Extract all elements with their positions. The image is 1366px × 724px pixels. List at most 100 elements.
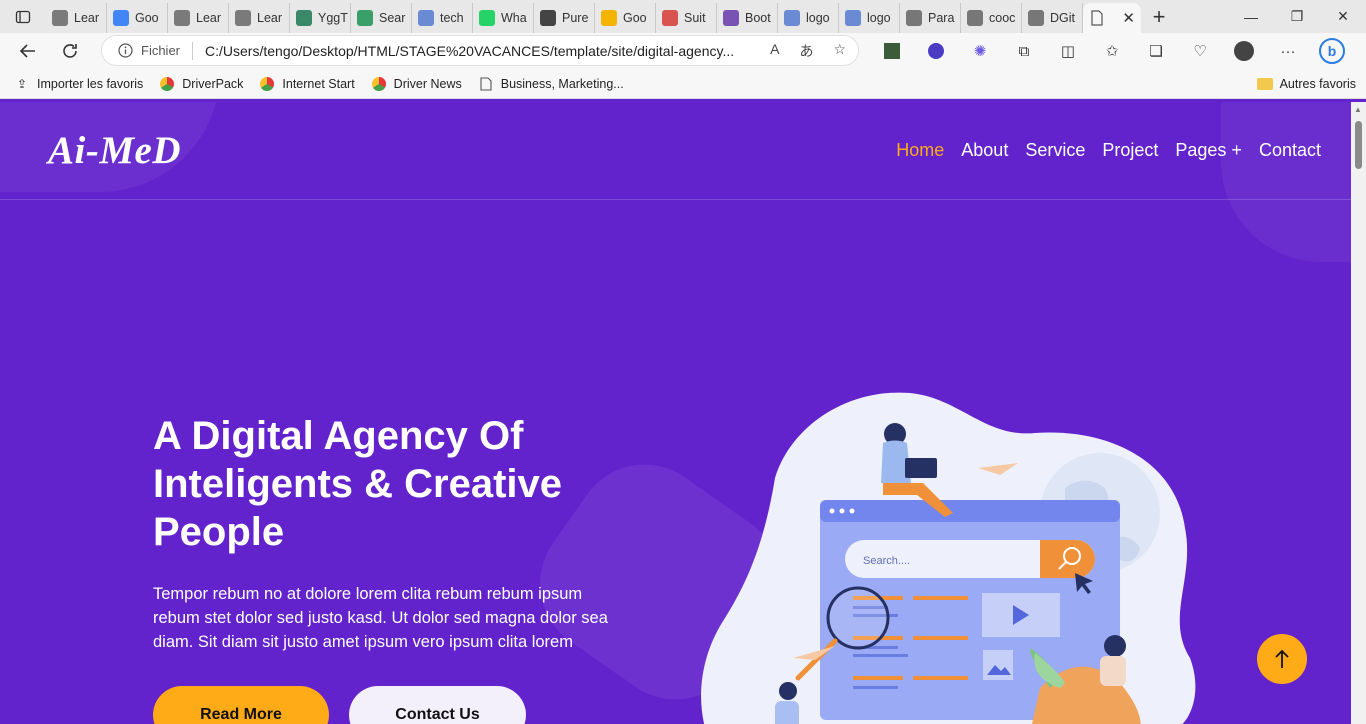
- browser-tab[interactable]: Goo: [595, 3, 656, 33]
- page-scrollbar[interactable]: ▲: [1351, 102, 1366, 724]
- tab-actions-icon: [15, 10, 31, 23]
- profile-avatar-icon[interactable]: [1222, 33, 1266, 69]
- read-more-button[interactable]: Read More: [153, 686, 329, 724]
- page-viewport: Ai-MeD Home About Service Project Pages + Con…: [0, 102, 1351, 724]
- browser-tab[interactable]: logo: [778, 3, 839, 33]
- url-text[interactable]: C:/Users/tengo/Desktop/HTML/STAGE%20VACA…: [205, 43, 735, 59]
- tab-label: Lear: [257, 11, 283, 25]
- performance-icon[interactable]: ♡: [1178, 33, 1222, 69]
- illustration-search-button: [1040, 540, 1095, 578]
- browser-tab-bar: Lear Goo Lear Lear YggT Sear tech Wha Pure Goo Sui…: [0, 0, 1366, 33]
- browser-tab[interactable]: Wha: [473, 3, 534, 33]
- favorite-item[interactable]: Business, Marketing...: [470, 76, 632, 92]
- close-window-button[interactable]: ✕: [1320, 0, 1366, 33]
- browser-tab[interactable]: logo: [839, 3, 900, 33]
- document-icon: [967, 10, 983, 26]
- favorite-item[interactable]: ⇪ Importer les favoris: [6, 76, 151, 92]
- favorite-label: Driver News: [393, 76, 462, 91]
- translate-icon[interactable]: あ: [799, 41, 813, 61]
- browser-tab[interactable]: DGit: [1022, 3, 1083, 33]
- folder-icon: [1256, 78, 1273, 90]
- tab-label: cooc: [989, 11, 1016, 25]
- tab-label: Goo: [135, 11, 159, 25]
- nav-item-contact[interactable]: Contact: [1259, 140, 1321, 161]
- arrow-up-icon: [1275, 649, 1289, 668]
- extensions-puzzle-icon[interactable]: ⧉: [1002, 33, 1046, 69]
- site-header: Ai-MeD Home About Service Project Pages + Con…: [0, 102, 1351, 200]
- document-icon: [1028, 10, 1044, 26]
- favorites-star-icon[interactable]: ✩: [1090, 33, 1134, 69]
- omnibox-separator: [192, 41, 194, 60]
- ygg-icon: [296, 10, 312, 26]
- minimize-button[interactable]: —: [1228, 0, 1274, 33]
- refresh-icon: [63, 44, 77, 58]
- search-icon: [418, 10, 434, 26]
- collections-icon[interactable]: ❏: [1134, 33, 1178, 69]
- star-icon[interactable]: ☆: [833, 41, 846, 61]
- whatsapp-icon: [479, 10, 495, 26]
- extension-flower-icon[interactable]: ✺: [958, 33, 1002, 69]
- browser-tab[interactable]: Lear: [46, 3, 107, 33]
- more-menu-icon[interactable]: ···: [1266, 33, 1310, 69]
- favorite-label: Internet Start: [282, 76, 355, 91]
- import-icon: ⇪: [16, 76, 28, 91]
- favorites-bar: ⇪ Importer les favoris DriverPack Internet …: [0, 69, 1366, 99]
- browser-tab[interactable]: Para: [900, 3, 961, 33]
- nav-item-project[interactable]: Project: [1102, 140, 1158, 161]
- back-to-top-button[interactable]: [1257, 634, 1307, 684]
- restore-button[interactable]: ❐: [1274, 0, 1320, 33]
- bootstrap-icon: [723, 10, 739, 26]
- scroll-up-icon[interactable]: ▲: [1354, 105, 1362, 114]
- nav-item-about[interactable]: About: [961, 140, 1008, 161]
- browser-tab[interactable]: Sear: [351, 3, 412, 33]
- scrollbar-thumb[interactable]: [1355, 121, 1362, 169]
- search-icon: [784, 10, 800, 26]
- nav-item-home[interactable]: Home: [896, 140, 944, 161]
- scheme-label: Fichier: [141, 43, 181, 58]
- browser-tab[interactable]: cooc: [961, 3, 1022, 33]
- site-info-button[interactable]: Fichier: [118, 43, 180, 58]
- extension-face-icon[interactable]: [914, 33, 958, 69]
- nav-item-pages[interactable]: Pages +: [1175, 140, 1242, 161]
- favorite-item[interactable]: DriverPack: [151, 76, 251, 92]
- other-favorites[interactable]: Autres favoris: [1256, 69, 1356, 99]
- tab-label: Lear: [74, 11, 100, 25]
- omnibox[interactable]: Fichier C:/Users/tengo/Desktop/HTML/STAG…: [101, 35, 859, 66]
- back-button[interactable]: [7, 33, 49, 69]
- close-tab-icon[interactable]: ✕: [1122, 9, 1135, 27]
- browser-tab[interactable]: Pure: [534, 3, 595, 33]
- new-tab-button[interactable]: +: [1141, 0, 1177, 33]
- extension-icon[interactable]: [870, 33, 914, 69]
- copilot-icon[interactable]: b: [1310, 33, 1354, 69]
- drive-icon: [601, 10, 617, 26]
- nav-item-service[interactable]: Service: [1025, 140, 1085, 161]
- browser-tab[interactable]: Lear: [168, 3, 229, 33]
- window-controls: — ❐ ✕: [1228, 0, 1366, 33]
- tab-active[interactable]: ✕: [1083, 3, 1141, 33]
- favorite-item[interactable]: Driver News: [363, 76, 470, 92]
- browser-tab[interactable]: Lear: [229, 3, 290, 33]
- github-icon: [540, 10, 556, 26]
- browser-tab[interactable]: Boot: [717, 3, 778, 33]
- browser-tab[interactable]: Suit: [656, 3, 717, 33]
- ai-icon: [235, 10, 251, 26]
- site-logo[interactable]: Ai-MeD: [48, 128, 181, 173]
- tab-label: Goo: [623, 11, 647, 25]
- browser-window-bar: [820, 500, 1120, 522]
- favorite-item[interactable]: Internet Start: [251, 76, 362, 92]
- browser-tab[interactable]: Goo: [107, 3, 168, 33]
- contact-us-button[interactable]: Contact Us: [349, 686, 526, 724]
- driverpack-icon: [159, 76, 175, 92]
- tab-actions-button[interactable]: [0, 0, 46, 33]
- search-icon: [357, 10, 373, 26]
- favorite-label: Business, Marketing...: [500, 76, 624, 91]
- main-nav: Home About Service Project Pages + Contact: [896, 140, 1321, 161]
- info-icon: [118, 43, 133, 58]
- browser-tab[interactable]: tech: [412, 3, 473, 33]
- browser-tab[interactable]: YggT: [290, 3, 351, 33]
- read-aloud-icon[interactable]: A: [770, 41, 779, 61]
- split-screen-icon[interactable]: ◫: [1046, 33, 1090, 69]
- tab-label: tech: [440, 11, 464, 25]
- refresh-button[interactable]: [49, 33, 91, 69]
- tab-strip: Lear Goo Lear Lear YggT Sear tech Wha Pure Goo Sui…: [46, 0, 1083, 33]
